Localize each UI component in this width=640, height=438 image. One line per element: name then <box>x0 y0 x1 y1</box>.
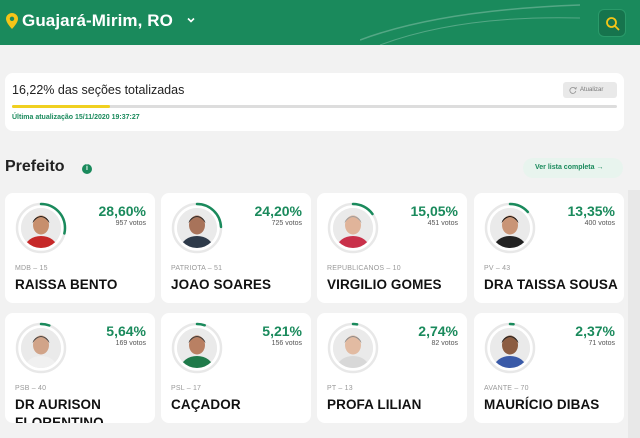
candidate-card[interactable]: 28,60% 957 votos MDB – 15 RAISSA BENTO <box>5 193 155 303</box>
last-update-text: Última atualização 15/11/2020 19:37:27 <box>12 114 140 121</box>
top-header: Guajará-Mirim, RO <box>0 0 640 45</box>
candidate-name: RAISSA BENTO <box>15 277 118 292</box>
section-title: Prefeito <box>5 158 65 175</box>
candidate-card[interactable]: 2,37% 71 votos AVANTE – 70 MAURÍCIO DIBAS <box>474 313 624 423</box>
candidate-name: PROFA LILIAN <box>327 397 422 412</box>
vote-count: 156 votos <box>271 340 302 347</box>
refresh-button[interactable]: Atualizar <box>563 82 617 98</box>
candidate-name: DR AURISON FLORENTINO <box>15 397 104 423</box>
party-number: MDB – 15 <box>15 265 48 272</box>
vote-count: 169 votos <box>115 340 146 347</box>
candidate-photo <box>490 328 530 368</box>
vote-count: 400 votos <box>584 220 615 227</box>
candidate-photo <box>333 328 373 368</box>
search-button[interactable] <box>598 9 626 37</box>
vote-count: 71 votos <box>588 340 615 347</box>
party-number: AVANTE – 70 <box>484 385 529 392</box>
candidate-photo <box>333 208 373 248</box>
candidate-card[interactable]: 24,20% 725 votos PATRIOTA – 51 JOAO SOARES <box>161 193 311 303</box>
candidate-card[interactable]: 5,64% 169 votos PSB – 40 DR AURISON FLORENT… <box>5 313 155 423</box>
refresh-label: Atualizar <box>580 86 604 93</box>
vote-percentage: 2,74% <box>418 323 458 339</box>
vote-percentage: 24,20% <box>254 203 302 219</box>
header-decoration <box>360 4 580 45</box>
candidate-photo <box>21 208 61 248</box>
vote-count: 82 votos <box>431 340 458 347</box>
vote-count: 957 votos <box>115 220 146 227</box>
vote-percentage: 15,05% <box>410 203 458 219</box>
info-icon[interactable]: i <box>82 164 92 174</box>
candidate-card[interactable]: 15,05% 451 votos REPUBLICANOS – 10 VIRGILIO… <box>317 193 467 303</box>
vote-percentage: 5,64% <box>106 323 146 339</box>
candidate-photo <box>21 328 61 368</box>
vote-count: 451 votos <box>427 220 458 227</box>
scrollbar-track[interactable] <box>628 190 640 438</box>
refresh-icon <box>569 86 577 94</box>
candidate-card[interactable]: 5,21% 156 votos PSL – 17 CAÇADOR <box>161 313 311 423</box>
candidate-photo <box>177 328 217 368</box>
search-icon <box>606 17 620 31</box>
sections-totaled-text: 16,22% das seções totalizadas <box>12 83 185 97</box>
candidate-name: CAÇADOR <box>171 397 241 412</box>
candidate-photo <box>177 208 217 248</box>
totalization-status-card: 16,22% das seções totalizadas Atualizar … <box>5 73 624 131</box>
candidate-name: MAURÍCIO DIBAS <box>484 397 600 412</box>
vote-percentage: 28,60% <box>98 203 146 219</box>
vote-percentage: 13,35% <box>567 203 615 219</box>
vote-percentage: 2,37% <box>575 323 615 339</box>
vote-count: 725 votos <box>271 220 302 227</box>
vote-percentage: 5,21% <box>262 323 302 339</box>
party-number: PSL – 17 <box>171 385 202 392</box>
candidate-card[interactable]: 2,74% 82 votos PT – 13 PROFA LILIAN <box>317 313 467 423</box>
candidate-card[interactable]: 13,35% 400 votos PV – 43 DRA TAISSA SOUSA <box>474 193 624 303</box>
full-list-link[interactable]: Ver lista completa → <box>523 158 623 178</box>
candidate-photo <box>490 208 530 248</box>
candidate-name: JOAO SOARES <box>171 277 272 292</box>
candidate-name: VIRGILIO GOMES <box>327 277 442 292</box>
party-number: PSB – 40 <box>15 385 47 392</box>
party-number: PV – 43 <box>484 265 511 272</box>
candidate-name: DRA TAISSA SOUSA <box>484 277 618 292</box>
map-pin-icon <box>6 13 18 29</box>
party-number: PATRIOTA – 51 <box>171 265 223 272</box>
progress-fill <box>12 105 111 108</box>
city-title[interactable]: Guajará-Mirim, RO <box>22 11 173 31</box>
party-number: PT – 13 <box>327 385 353 392</box>
totalization-progress-bar <box>12 105 617 108</box>
chevron-down-icon[interactable] <box>186 15 196 25</box>
party-number: REPUBLICANOS – 10 <box>327 265 401 272</box>
